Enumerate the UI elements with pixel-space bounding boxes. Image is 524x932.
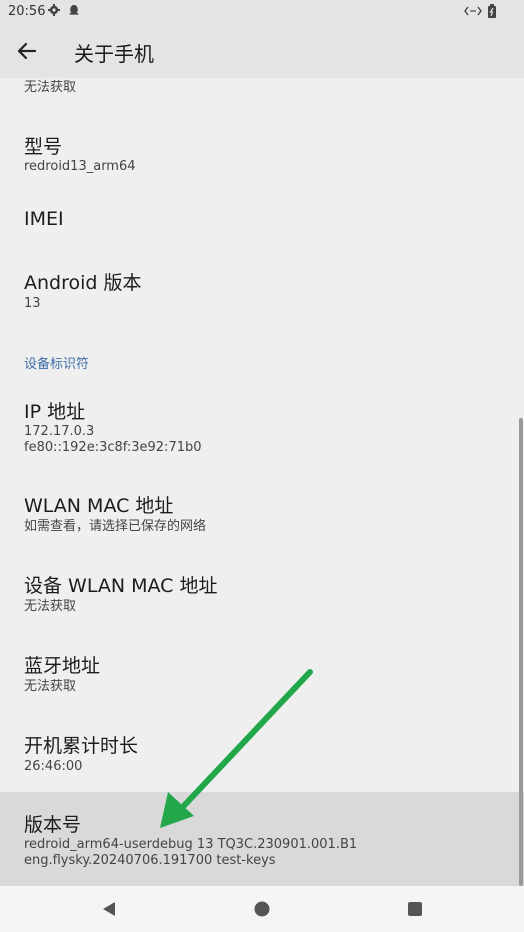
- list-item-device-wlan-mac[interactable]: 设备 WLAN MAC 地址 无法获取: [0, 558, 524, 636]
- list-item-subtitle: 如需查看，请选择已保存的网络: [24, 519, 207, 534]
- list-item-title: Android 版本: [24, 272, 142, 294]
- list-item-prev-partial[interactable]: 无法获取: [0, 78, 524, 108]
- list-item-build-number[interactable]: 版本号 redroid_arm64-userdebug 13 TQ3C.2309…: [0, 792, 524, 886]
- status-bar: 20:56: [0, 0, 524, 24]
- list-item-title: 版本号: [24, 814, 82, 836]
- list-item-subtitle: fe80::192e:3c8f:3e92:71b0: [24, 440, 202, 455]
- list-item-title: IP 地址: [24, 401, 86, 423]
- list-item-subtitle: 172.17.0.3: [24, 424, 95, 439]
- list-item-subtitle: 无法获取: [24, 599, 77, 614]
- list-item-title: IMEI: [24, 208, 64, 230]
- list-item-title: 蓝牙地址: [24, 655, 101, 677]
- list-item-imei[interactable]: IMEI: [0, 188, 524, 256]
- list-item-wlan-mac[interactable]: WLAN MAC 地址 如需查看，请选择已保存的网络: [0, 478, 524, 556]
- list-item-title: 开机累计时长: [24, 735, 139, 757]
- list-item-model[interactable]: 型号 redroid13_arm64: [0, 116, 524, 188]
- settings-list[interactable]: 无法获取 型号 redroid13_arm64 IMEI Android 版本 …: [0, 78, 524, 886]
- status-time: 20:56: [8, 4, 46, 19]
- gear-icon: [48, 4, 60, 16]
- list-item-uptime[interactable]: 开机累计时长 26:46:00: [0, 718, 524, 792]
- nav-bar: [0, 886, 524, 932]
- list-item-title: WLAN MAC 地址: [24, 495, 174, 517]
- list-item-title: 设备 WLAN MAC 地址: [24, 575, 218, 597]
- battery-icon: [488, 4, 496, 18]
- list-item-subtitle: eng.flysky.20240706.191700 test-keys: [24, 853, 276, 868]
- nav-home-icon[interactable]: [252, 899, 272, 919]
- nav-back-icon[interactable]: [99, 899, 119, 919]
- list-item-ip-address[interactable]: IP 地址 172.17.0.3 fe80::192e:3c8f:3e92:71…: [0, 386, 524, 476]
- list-item-subtitle: 26:46:00: [24, 759, 83, 774]
- arrow-left-icon[interactable]: [14, 38, 40, 64]
- network-icon: [464, 6, 482, 16]
- list-item-title: 型号: [24, 136, 63, 158]
- list-item-subtitle: redroid13_arm64: [24, 159, 136, 174]
- notification-icon: [69, 4, 79, 15]
- nav-recents-icon[interactable]: [405, 899, 425, 919]
- list-item-subtitle: 13: [24, 296, 41, 311]
- list-item-android-version[interactable]: Android 版本 13: [0, 256, 524, 328]
- section-header-device-ids: 设备标识符: [24, 357, 90, 372]
- list-item-subtitle: 无法获取: [24, 80, 77, 95]
- list-item-bluetooth[interactable]: 蓝牙地址 无法获取: [0, 638, 524, 716]
- list-item-subtitle: redroid_arm64-userdebug 13 TQ3C.230901.0…: [24, 837, 358, 852]
- list-item-subtitle: 无法获取: [24, 679, 77, 694]
- page-title: 关于手机: [74, 42, 154, 66]
- scrollbar[interactable]: [519, 418, 523, 886]
- app-bar: 关于手机: [0, 24, 524, 78]
